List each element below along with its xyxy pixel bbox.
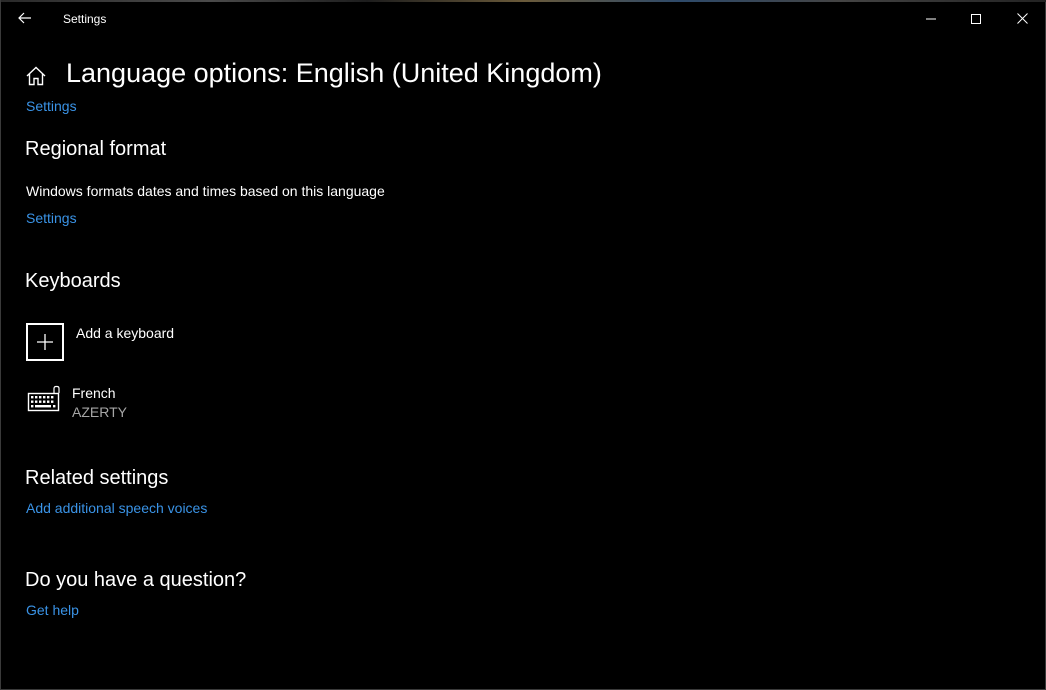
keyboard-item-french[interactable]	[27, 385, 61, 413]
question-heading: Do you have a question?	[25, 569, 247, 591]
regional-format-description: Windows formats dates and times based on…	[26, 183, 385, 199]
back-arrow-icon	[18, 12, 31, 24]
maximize-icon	[971, 13, 981, 24]
window-title: Settings	[63, 12, 107, 26]
regional-format-settings-link[interactable]: Settings	[26, 210, 77, 226]
settings-link[interactable]: Settings	[26, 98, 77, 114]
home-icon	[26, 66, 46, 86]
keyboard-icon	[27, 385, 60, 412]
add-keyboard-label[interactable]: Add a keyboard	[76, 325, 174, 341]
keyboard-layout: AZERTY	[72, 404, 127, 420]
close-icon	[1016, 13, 1028, 24]
get-help-link[interactable]: Get help	[26, 602, 79, 618]
minimize-button[interactable]	[908, 1, 954, 36]
keyboards-heading: Keyboards	[25, 270, 121, 292]
maximize-button[interactable]	[953, 1, 999, 36]
regional-format-heading: Regional format	[25, 138, 167, 160]
add-keyboard-button[interactable]	[26, 323, 64, 361]
settings-window: Settings Language options: English (Unit…	[0, 0, 1046, 690]
keyboard-name: French	[72, 385, 116, 401]
related-settings-heading: Related settings	[25, 467, 169, 489]
add-speech-voices-link[interactable]: Add additional speech voices	[26, 500, 207, 516]
page-title: Language options: English (United Kingdo…	[66, 58, 602, 88]
title-bar: Settings	[1, 1, 1045, 36]
back-button[interactable]	[10, 5, 40, 31]
minimize-icon	[926, 18, 936, 19]
close-button[interactable]	[999, 1, 1045, 36]
plus-icon	[37, 334, 53, 350]
home-button[interactable]	[25, 65, 47, 87]
